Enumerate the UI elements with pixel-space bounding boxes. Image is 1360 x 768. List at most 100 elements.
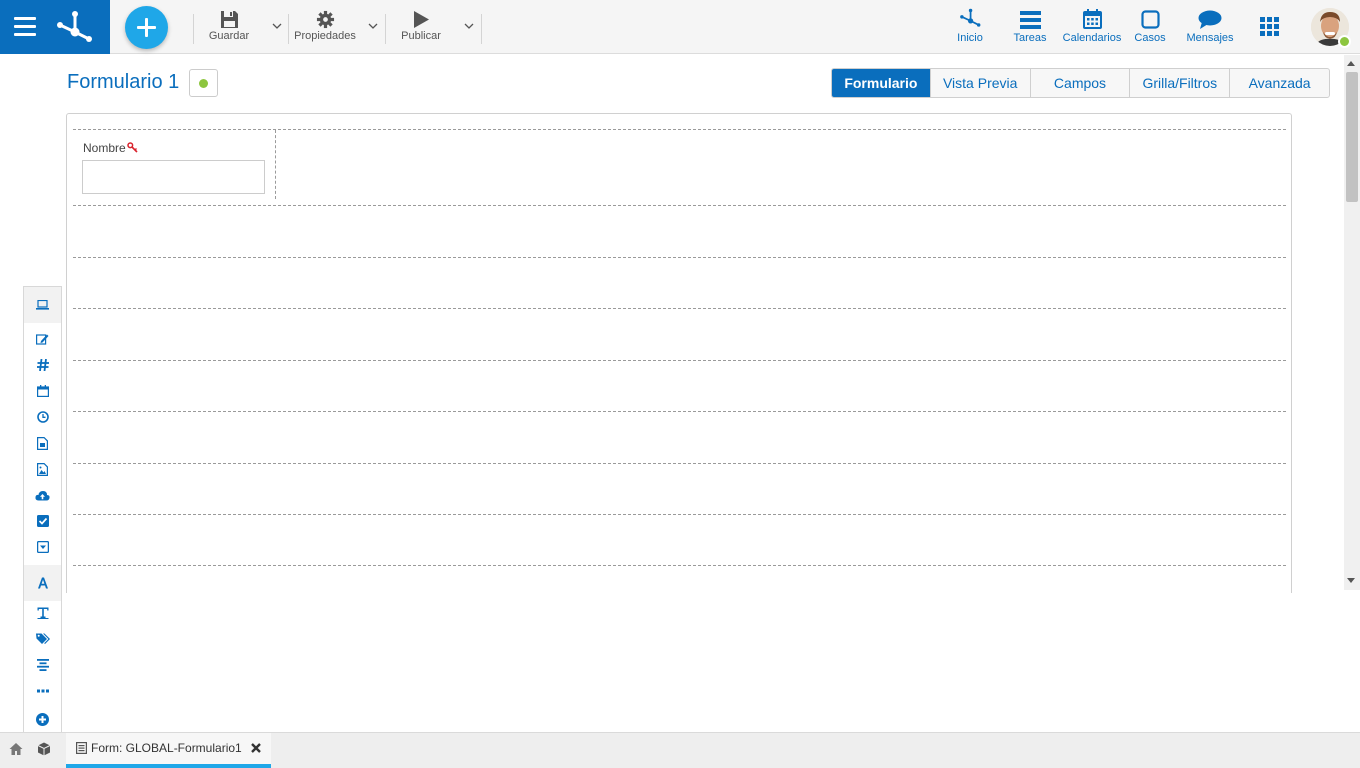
form-design-canvas[interactable]: Nombre bbox=[66, 113, 1292, 593]
cube-icon[interactable] bbox=[36, 741, 52, 757]
publish-label: Publicar bbox=[401, 30, 441, 42]
hamburger-menu-icon[interactable] bbox=[14, 17, 36, 37]
plus-circle-icon bbox=[36, 712, 49, 726]
home-network-icon bbox=[960, 8, 981, 27]
palette-item-tags[interactable] bbox=[24, 629, 61, 649]
nav-tareas[interactable]: Tareas bbox=[1010, 6, 1050, 50]
document-list-icon bbox=[76, 742, 87, 754]
palette-item-text[interactable] bbox=[24, 603, 61, 623]
column-divider bbox=[275, 130, 276, 199]
nav-calendarios[interactable]: Calendarios bbox=[1060, 6, 1124, 50]
save-icon bbox=[220, 10, 238, 28]
palette-item-date[interactable] bbox=[24, 381, 61, 401]
tab-formulario[interactable]: Formulario bbox=[832, 69, 931, 97]
palette-section-text[interactable] bbox=[24, 565, 61, 601]
calendar-icon bbox=[36, 385, 49, 397]
scrollbar-thumb[interactable] bbox=[1346, 72, 1358, 202]
row-divider bbox=[73, 463, 1286, 464]
palette-item-add[interactable] bbox=[24, 709, 61, 729]
required-key-icon bbox=[126, 142, 138, 153]
row-divider bbox=[73, 514, 1286, 515]
tags-icon bbox=[35, 633, 50, 644]
cloud-upload-icon bbox=[35, 490, 50, 500]
nav-inicio[interactable]: Inicio bbox=[950, 6, 990, 50]
clock-icon bbox=[36, 411, 49, 423]
properties-label: Propiedades bbox=[294, 30, 356, 42]
home-icon[interactable] bbox=[8, 741, 24, 757]
status-dot bbox=[199, 79, 208, 88]
nav-mensajes[interactable]: Mensajes bbox=[1184, 6, 1236, 50]
toolbar-divider bbox=[193, 14, 194, 44]
palette-item-more[interactable] bbox=[24, 681, 61, 701]
field-label: Nombre bbox=[83, 141, 126, 155]
nav-calendarios-label: Calendarios bbox=[1062, 32, 1122, 44]
brand-area bbox=[0, 0, 110, 54]
nav-tareas-label: Tareas bbox=[1013, 32, 1047, 44]
dropdown-icon bbox=[36, 541, 49, 553]
file-icon bbox=[37, 436, 48, 450]
publish-button[interactable]: Publicar bbox=[398, 8, 444, 48]
align-center-icon bbox=[36, 659, 49, 671]
row-divider bbox=[73, 257, 1286, 258]
palette-item-edit[interactable] bbox=[24, 329, 61, 349]
case-square-icon bbox=[1140, 10, 1160, 29]
apps-grid-icon[interactable] bbox=[1260, 17, 1280, 37]
page-title: Formulario 1 bbox=[67, 71, 180, 93]
edit-icon bbox=[36, 334, 49, 345]
gear-icon bbox=[316, 10, 334, 28]
tab-campos[interactable]: Campos bbox=[1031, 69, 1131, 97]
tab-grilla-filtros[interactable]: Grilla/Filtros bbox=[1130, 69, 1231, 97]
hash-icon bbox=[36, 359, 49, 371]
properties-options-chevron-down-icon[interactable] bbox=[368, 21, 378, 31]
font-icon bbox=[37, 577, 48, 589]
control-palette bbox=[23, 286, 62, 768]
row-divider bbox=[73, 360, 1286, 361]
row-divider bbox=[73, 565, 1286, 566]
play-icon bbox=[414, 10, 429, 28]
nombre-input[interactable] bbox=[82, 160, 265, 194]
palette-item-time[interactable] bbox=[24, 407, 61, 427]
tasks-icon bbox=[1019, 11, 1041, 29]
scroll-down-arrow-icon[interactable] bbox=[1347, 578, 1355, 583]
palette-item-checkbox[interactable] bbox=[24, 511, 61, 531]
close-icon[interactable] bbox=[250, 742, 262, 754]
palette-item-image[interactable] bbox=[24, 459, 61, 479]
tab-vista-previa[interactable]: Vista Previa bbox=[931, 69, 1031, 97]
save-label: Guardar bbox=[208, 30, 250, 42]
add-button[interactable] bbox=[125, 6, 168, 49]
row-divider bbox=[73, 411, 1286, 412]
palette-item-number[interactable] bbox=[24, 355, 61, 375]
online-status-dot bbox=[1338, 35, 1351, 48]
palette-item-upload[interactable] bbox=[24, 485, 61, 505]
tab-avanzada[interactable]: Avanzada bbox=[1230, 69, 1329, 97]
row-divider bbox=[73, 308, 1286, 309]
document-tab-label: Form: GLOBAL-Formulario1 bbox=[91, 741, 242, 755]
scroll-up-arrow-icon[interactable] bbox=[1347, 61, 1355, 66]
palette-item-dropdown[interactable] bbox=[24, 537, 61, 557]
app-logo-icon[interactable] bbox=[54, 8, 94, 46]
palette-item-file[interactable] bbox=[24, 433, 61, 453]
chat-bubble-icon bbox=[1198, 10, 1222, 29]
nav-inicio-label: Inicio bbox=[957, 32, 983, 44]
nav-casos[interactable]: Casos bbox=[1131, 6, 1169, 50]
palette-item-align[interactable] bbox=[24, 655, 61, 675]
properties-button[interactable]: Propiedades bbox=[292, 8, 358, 48]
view-tabs: Formulario Vista Previa Campos Grilla/Fi… bbox=[831, 68, 1330, 98]
checkbox-icon bbox=[36, 515, 49, 527]
save-button[interactable]: Guardar bbox=[206, 8, 252, 48]
image-icon bbox=[37, 462, 48, 476]
toolbar-divider bbox=[288, 14, 289, 44]
status-indicator-button[interactable] bbox=[189, 69, 218, 97]
calendar-icon bbox=[1082, 9, 1102, 29]
toolbar-divider bbox=[385, 14, 386, 44]
toolbar-divider bbox=[481, 14, 482, 44]
top-bar: Guardar Propiedades Publicar Inicio Tare… bbox=[0, 0, 1360, 54]
nav-casos-label: Casos bbox=[1134, 32, 1166, 44]
ellipsis-icon bbox=[36, 689, 49, 693]
laptop-icon bbox=[36, 300, 49, 310]
document-tab[interactable]: Form: GLOBAL-Formulario1 bbox=[66, 733, 271, 768]
palette-section-inputs[interactable] bbox=[24, 287, 61, 323]
publish-options-chevron-down-icon[interactable] bbox=[464, 21, 474, 31]
field-label-row: Nombre bbox=[83, 141, 138, 155]
save-options-chevron-down-icon[interactable] bbox=[272, 21, 282, 31]
